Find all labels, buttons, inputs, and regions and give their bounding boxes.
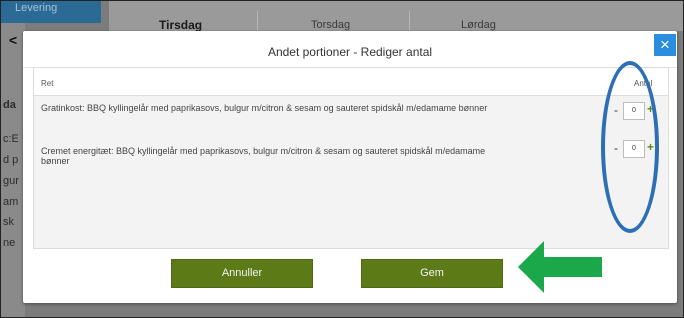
background-text-fragment: am — [3, 196, 19, 208]
tab-lordag[interactable]: Lørdag — [461, 19, 496, 31]
background-text-fragment: c:E — [3, 133, 19, 145]
portion-table: Ret Antal Gratinkost: BBQ kyllingelår me… — [33, 67, 669, 249]
annotation-oval — [601, 61, 659, 233]
tab-divider — [409, 11, 410, 31]
background-text-fragment: gur — [3, 175, 19, 187]
background-text-fragment: d p — [3, 154, 19, 166]
background-text-fragment: sk — [3, 216, 14, 228]
save-button[interactable]: Gem — [361, 259, 503, 288]
dialog-header: Andet portioner - Rediger antal × — [23, 31, 677, 68]
tab-divider — [257, 11, 258, 31]
table-header: Ret Antal — [34, 68, 668, 96]
back-arrow-icon[interactable]: < — [9, 32, 17, 48]
dish-name: Gratinkost: BBQ kyllingelår med paprikas… — [41, 103, 488, 113]
tab-tirsdag[interactable]: Tirsdag — [159, 18, 202, 32]
levering-label: Levering — [15, 2, 58, 14]
background-text-fragment: da — [3, 99, 16, 111]
annotation-arrow-icon — [518, 241, 602, 293]
column-header-dish: Ret — [41, 79, 54, 88]
background-text-fragment: ne — [3, 237, 16, 249]
screenshot-frame: Levering < da c:E d p gur am sk ne Tirsd… — [0, 0, 684, 318]
tab-torsdag[interactable]: Torsdag — [311, 19, 350, 31]
dialog-title: Andet portioner - Rediger antal — [267, 45, 433, 59]
cancel-button[interactable]: Annuller — [171, 259, 313, 288]
close-button[interactable]: × — [654, 34, 676, 56]
table-row: Cremet energitæt: BBQ kyllingelår med pa… — [34, 139, 668, 183]
background-day-tabs: Tirsdag Torsdag Lørdag — [109, 1, 683, 32]
background-levering-tab: Levering — [1, 1, 101, 23]
table-row: Gratinkost: BBQ kyllingelår med paprikas… — [34, 95, 668, 139]
dish-name: Cremet energitæt: BBQ kyllingelår med pa… — [41, 146, 486, 166]
